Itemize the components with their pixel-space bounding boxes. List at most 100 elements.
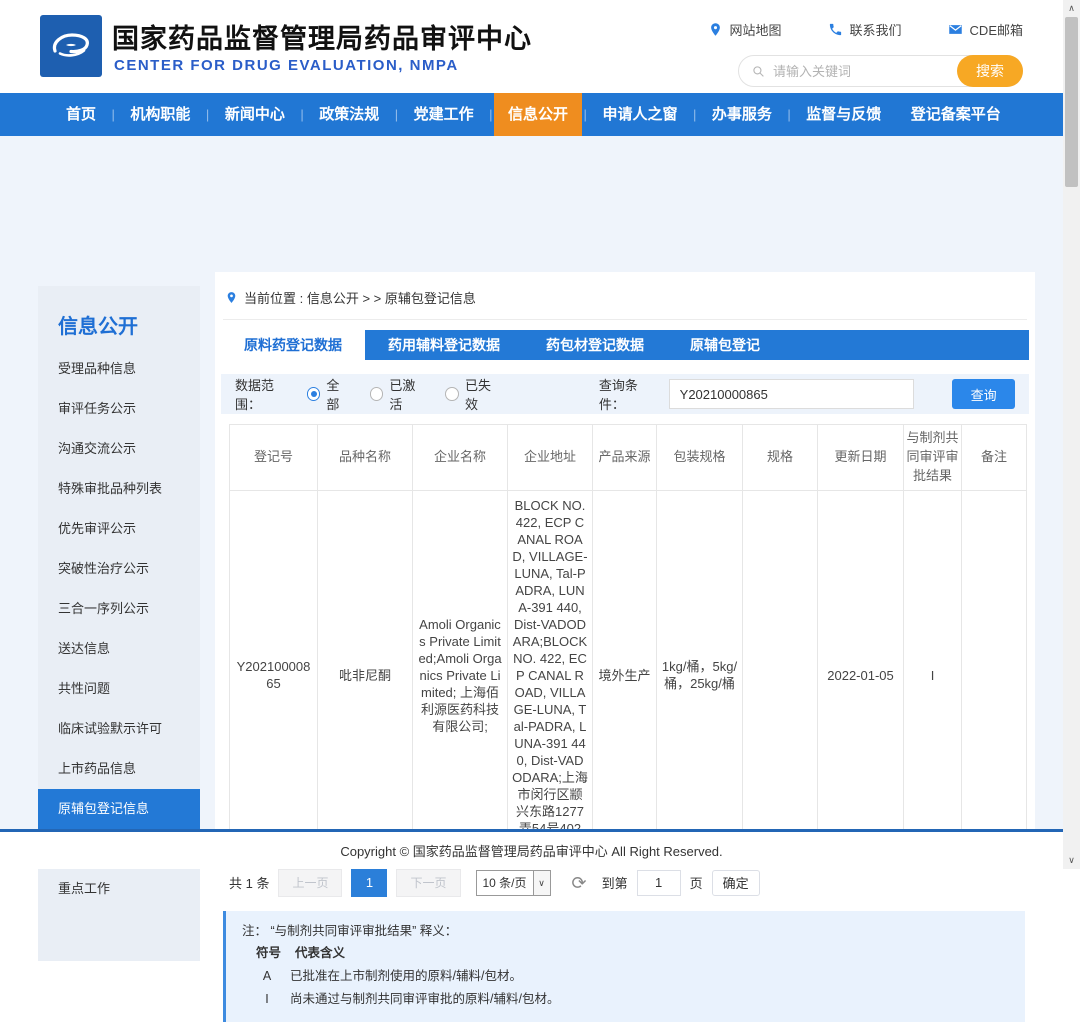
footer: Copyright © 国家药品监督管理局药品审评中心 All Right Re…	[0, 832, 1063, 869]
location-pin-icon	[708, 22, 723, 37]
sidebar-item-clinical-trial[interactable]: 临床试验默示许可	[38, 709, 200, 749]
tab-excipient-registration[interactable]: 药用辅料登记数据	[365, 330, 523, 360]
col-product-name: 品种名称	[318, 425, 413, 491]
mail-link[interactable]: CDE邮箱	[948, 20, 1023, 39]
cde-logo	[40, 15, 102, 77]
radio-activated-label: 已激活	[389, 375, 427, 413]
goto-prefix: 到第	[602, 873, 628, 892]
notes-meaning-header: 代表含义	[295, 942, 345, 965]
nav-separator: |	[787, 107, 790, 122]
cell-spec	[743, 490, 818, 860]
goto-suffix: 页	[690, 873, 703, 892]
nav-item-home[interactable]: 首页	[52, 93, 110, 136]
nav-separator: |	[693, 107, 696, 122]
site-search: 搜索	[738, 55, 1023, 87]
query-button[interactable]: 查询	[952, 379, 1015, 409]
notes-entry-a: A 已批准在上市制剂使用的原料/辅料/包材。	[242, 965, 1009, 989]
tab-bar: 原料药登记数据 药用辅料登记数据 药包材登记数据 原辅包登记	[221, 330, 1029, 360]
nav-item-functions[interactable]: 机构职能	[116, 93, 204, 136]
col-source: 产品来源	[593, 425, 657, 491]
mail-label: CDE邮箱	[970, 20, 1023, 39]
copyright-text: Copyright © 国家药品监督管理局药品审评中心 All Right Re…	[340, 841, 722, 860]
radio-all[interactable]: 全部	[307, 375, 352, 413]
notes-symbol-header: 符号	[256, 942, 281, 965]
prev-page-button[interactable]: 上一页	[278, 869, 342, 897]
scroll-up-icon[interactable]: ∧	[1063, 0, 1080, 17]
scrollbar-thumb[interactable]	[1065, 17, 1078, 187]
phone-icon	[828, 22, 843, 37]
notes-entry-i-symbol: I	[260, 988, 274, 1012]
table-header-row: 登记号 品种名称 企业名称 企业地址 产品来源 包装规格 规格 更新日期 与制剂…	[230, 425, 1027, 491]
results-table: 登记号 品种名称 企业名称 企业地址 产品来源 包装规格 规格 更新日期 与制剂…	[229, 424, 1027, 861]
scroll-down-icon[interactable]: ∨	[1063, 852, 1080, 869]
nav-separator: |	[206, 107, 209, 122]
tab-raw-excipient-packaging[interactable]: 原辅包登记	[667, 330, 783, 360]
total-count: 共 1 条	[229, 873, 269, 892]
sidebar-item-accepted-varieties[interactable]: 受理品种信息	[38, 349, 200, 389]
cell-source: 境外生产	[593, 490, 657, 860]
radio-expired-icon[interactable]	[445, 387, 459, 401]
vertical-scrollbar[interactable]: ∧ ∨	[1063, 0, 1080, 869]
page-size-select[interactable]: 10 条/页 ∨	[476, 870, 551, 896]
nav-item-registration-platform[interactable]: 登记备案平台	[897, 93, 1015, 136]
confirm-button[interactable]: 确定	[712, 870, 760, 896]
radio-activated-icon[interactable]	[370, 387, 384, 401]
nav-separator: |	[584, 107, 587, 122]
sidebar-item-marketed-drugs[interactable]: 上市药品信息	[38, 749, 200, 789]
sidebar-item-special-approval[interactable]: 特殊审批品种列表	[38, 469, 200, 509]
sidebar-item-raw-excipient-packaging[interactable]: 原辅包登记信息	[38, 789, 200, 829]
nav-item-news[interactable]: 新闻中心	[211, 93, 299, 136]
col-update-date: 更新日期	[818, 425, 904, 491]
contact-label: 联系我们	[850, 20, 902, 39]
sidebar-item-common-issues[interactable]: 共性问题	[38, 669, 200, 709]
nav-item-services[interactable]: 办事服务	[698, 93, 786, 136]
cell-reg-no: Y20210000865	[230, 490, 318, 860]
nav-item-applicant[interactable]: 申请人之窗	[588, 93, 691, 136]
scope-radio-group: 全部 已激活 已失效	[307, 375, 503, 413]
cell-company: Amoli Organics Private Limited;Amoli Org…	[413, 490, 508, 860]
notes-header: 符号 代表含义	[242, 942, 1009, 965]
search-input[interactable]	[765, 64, 957, 79]
next-page-button[interactable]: 下一页	[396, 869, 460, 897]
radio-expired[interactable]: 已失效	[445, 375, 503, 413]
pagination: 共 1 条 上一页 1 下一页 10 条/页 ∨ ⟳ 到第 页 确定	[229, 869, 1035, 897]
col-spec: 规格	[743, 425, 818, 491]
sidebar-title: 信息公开	[38, 286, 200, 349]
contact-link[interactable]: 联系我们	[828, 20, 902, 39]
query-input[interactable]	[669, 379, 915, 409]
quick-links: 网站地图 联系我们 CDE邮箱	[708, 20, 1023, 39]
tab-packaging-registration[interactable]: 药包材登记数据	[523, 330, 667, 360]
sidebar-item-breakthrough-therapy[interactable]: 突破性治疗公示	[38, 549, 200, 589]
sidebar-item-delivery-info[interactable]: 送达信息	[38, 629, 200, 669]
nav-item-party[interactable]: 党建工作	[400, 93, 488, 136]
filter-bar: 数据范围： 全部 已激活 已失效 查询条件：	[221, 374, 1029, 414]
notes-entry-a-symbol: A	[260, 965, 274, 989]
sidebar-item-key-work[interactable]: 重点工作	[38, 869, 200, 909]
nav-separator: |	[112, 107, 115, 122]
sidebar-item-three-in-one[interactable]: 三合一序列公示	[38, 589, 200, 629]
cell-address: BLOCK NO. 422, ECP CANAL ROAD, VILLAGE-L…	[508, 490, 593, 860]
sidebar-item-priority-review[interactable]: 优先审评公示	[38, 509, 200, 549]
search-button[interactable]: 搜索	[957, 55, 1023, 87]
sitemap-link[interactable]: 网站地图	[708, 20, 782, 39]
sidebar-item-review-tasks[interactable]: 审评任务公示	[38, 389, 200, 429]
tab-api-registration[interactable]: 原料药登记数据	[221, 330, 365, 360]
nav-item-policy[interactable]: 政策法规	[305, 93, 393, 136]
breadcrumb-text: 当前位置 : 信息公开 > > 原辅包登记信息	[244, 288, 476, 307]
page: ∧ ∨ 国家药品监督管理局药品审评中心 CENTER FOR DRUG EVAL…	[0, 0, 1080, 869]
page-number-1[interactable]: 1	[351, 869, 387, 897]
notes-box: 注： “与制剂共同审评审批结果” 释义： 符号 代表含义 A 已批准在上市制剂使…	[223, 911, 1025, 1022]
sitemap-label: 网站地图	[730, 20, 782, 39]
refresh-icon[interactable]: ⟳	[572, 874, 587, 892]
sidebar-item-communication[interactable]: 沟通交流公示	[38, 429, 200, 469]
main-nav: 首页| 机构职能| 新闻中心| 政策法规| 党建工作| 信息公开| 申请人之窗|…	[0, 93, 1063, 136]
nav-separator: |	[300, 107, 303, 122]
nav-separator: |	[489, 107, 492, 122]
goto-page-input[interactable]	[637, 870, 681, 896]
nav-item-info-disclosure[interactable]: 信息公开	[494, 93, 582, 136]
radio-all-icon[interactable]	[307, 387, 321, 401]
nav-item-supervision[interactable]: 监督与反馈	[792, 93, 895, 136]
notes-entry-i-meaning: 尚未通过与制剂共同审评审批的原料/辅料/包材。	[290, 988, 559, 1012]
site-title: 国家药品监督管理局药品审评中心	[112, 17, 532, 56]
radio-activated[interactable]: 已激活	[370, 375, 428, 413]
